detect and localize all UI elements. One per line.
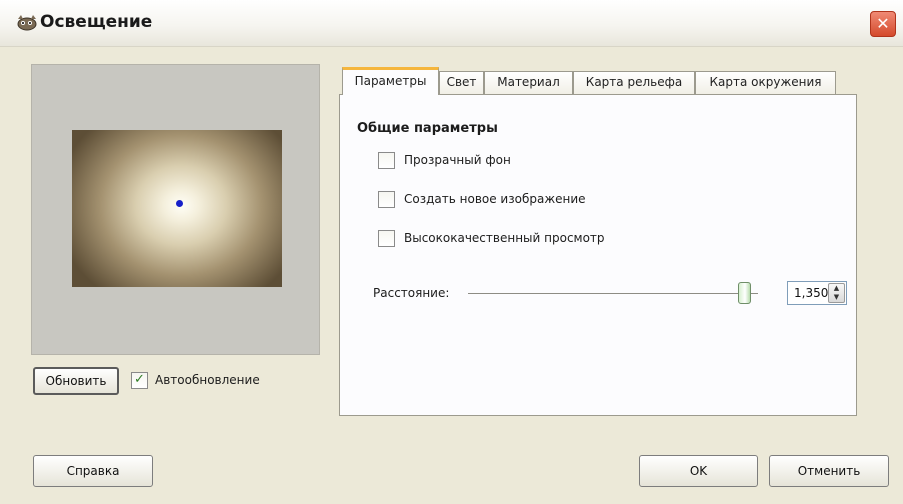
help-button[interactable]: Справка — [33, 455, 153, 487]
spin-arrows-icon[interactable]: ▲ ▼ — [828, 283, 845, 303]
tab-parameters[interactable]: Параметры — [342, 67, 439, 95]
auto-update-checkbox[interactable]: ✓ — [131, 372, 148, 389]
parameters-panel: Общие параметры Прозрачный фон Создать н… — [339, 94, 857, 416]
high-quality-preview-checkbox[interactable] — [378, 230, 395, 247]
tab-material[interactable]: Материал — [484, 71, 573, 94]
tab-bump-map[interactable]: Карта рельефа — [573, 71, 695, 94]
create-new-image-label[interactable]: Создать новое изображение — [404, 192, 586, 206]
distance-slider[interactable] — [468, 293, 758, 294]
window-title: Освещение — [40, 12, 153, 32]
general-options-heading: Общие параметры — [357, 121, 498, 136]
distance-label: Расстояние: — [373, 286, 450, 300]
high-quality-preview-label[interactable]: Высококачественный просмотр — [404, 231, 605, 245]
gimp-wilber-icon — [17, 15, 37, 31]
distance-slider-handle[interactable] — [738, 282, 751, 304]
transparent-background-label[interactable]: Прозрачный фон — [404, 153, 511, 167]
auto-update-label[interactable]: Автообновление — [155, 373, 260, 387]
tab-environment-map[interactable]: Карта окружения — [695, 71, 836, 94]
update-button[interactable]: Обновить — [33, 367, 119, 395]
close-icon: ✕ — [876, 14, 890, 33]
light-position-marker[interactable] — [176, 200, 183, 207]
title-bar: Освещение ✕ — [0, 0, 903, 47]
create-new-image-checkbox[interactable] — [378, 191, 395, 208]
close-button[interactable]: ✕ — [870, 11, 896, 37]
ok-button[interactable]: OK — [639, 455, 758, 487]
preview-image[interactable] — [72, 130, 282, 287]
preview-area[interactable] — [31, 64, 320, 355]
tab-light[interactable]: Свет — [439, 71, 484, 94]
transparent-background-checkbox[interactable] — [378, 152, 395, 169]
cancel-button[interactable]: Отменить — [769, 455, 889, 487]
